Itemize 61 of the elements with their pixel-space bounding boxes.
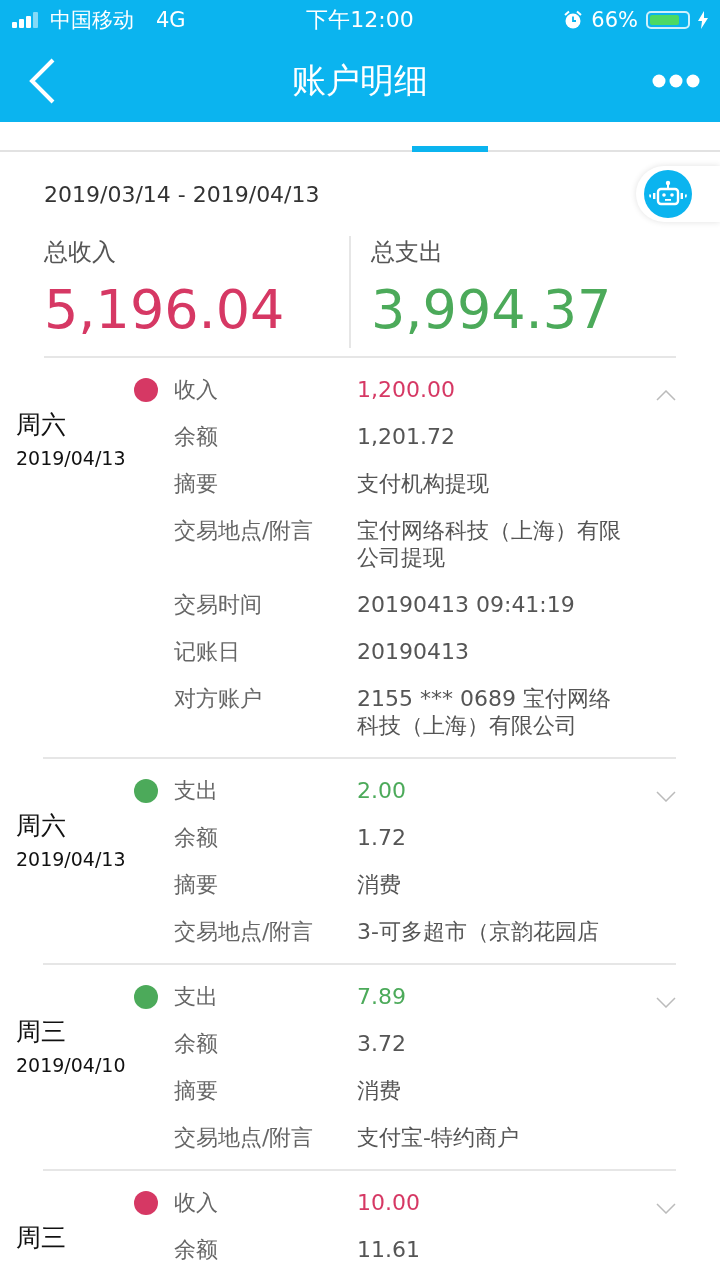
field-label: 交易时间 xyxy=(174,591,263,618)
field-label: 余额 xyxy=(174,824,219,851)
expand-button[interactable] xyxy=(656,1203,676,1214)
field-value: 2155 *** 0689 宝付网络科技（上海）有限公司 xyxy=(357,685,612,739)
assistant-button[interactable] xyxy=(636,166,720,222)
weekday: 周三 xyxy=(16,1222,67,1254)
entry-date: 2019/04/10 xyxy=(16,1054,127,1076)
field-label: 余额 xyxy=(174,1030,219,1057)
field-value: 1,201.72 xyxy=(357,423,456,450)
field-label: 收入 xyxy=(174,376,219,403)
field-value: 3-可多超市（京韵花园店 xyxy=(357,918,600,945)
field-value: 7.89 xyxy=(357,983,407,1010)
carrier-name: 中国移动 xyxy=(50,7,134,34)
more-button[interactable] xyxy=(652,74,700,88)
alarm-icon xyxy=(563,10,584,30)
field-label: 余额 xyxy=(174,423,219,450)
battery-icon xyxy=(646,11,690,29)
back-button[interactable] xyxy=(28,58,56,104)
field-value: 2.00 xyxy=(357,777,407,804)
field-label: 收入 xyxy=(174,1189,219,1216)
field-value: 1,200.00 xyxy=(357,376,456,403)
total-amount: 3,994.37 xyxy=(371,277,613,343)
field-label: 摘要 xyxy=(174,871,219,898)
field-value: 20190413 xyxy=(357,638,470,665)
total-amount: 5,196.04 xyxy=(44,277,286,343)
field-label: 摘要 xyxy=(174,1077,219,1104)
weekday: 周三 xyxy=(16,1016,67,1048)
date-range: 2019/03/14 - 2019/04/13 xyxy=(44,181,320,207)
expand-button[interactable] xyxy=(656,997,676,1008)
field-value: 消费 xyxy=(357,1077,402,1104)
total-label: 总支出 xyxy=(371,237,444,268)
field-value: 支付机构提现 xyxy=(357,470,490,497)
field-label: 余额 xyxy=(174,1236,219,1263)
field-label: 交易地点/附言 xyxy=(174,517,315,545)
network-type: 4G xyxy=(156,8,186,32)
status-time: 下午12:00 xyxy=(306,6,414,34)
entry-date: 2019/04/13 xyxy=(16,447,127,469)
field-label: 支出 xyxy=(174,983,219,1010)
field-label: 交易地点/附言 xyxy=(174,918,315,945)
field-value: 消费 xyxy=(357,871,402,898)
field-label: 摘要 xyxy=(174,470,219,497)
expand-button[interactable] xyxy=(656,791,676,802)
page-title: 账户明细 xyxy=(292,59,428,102)
field-value: 11.61 xyxy=(357,1236,421,1263)
field-value: 宝付网络科技（上海）有限公司提现 xyxy=(357,517,622,571)
total-label: 总收入 xyxy=(44,237,117,268)
field-value: 3.72 xyxy=(357,1030,407,1057)
weekday: 周六 xyxy=(16,810,67,842)
collapse-button[interactable] xyxy=(656,390,676,401)
entry-date: 2019/04/13 xyxy=(16,848,127,870)
charging-icon xyxy=(698,11,708,29)
field-value: 支付宝-特约商户 xyxy=(357,1124,520,1151)
battery-percent: 66% xyxy=(591,8,638,32)
field-value: 20190413 09:41:19 xyxy=(357,591,576,618)
field-label: 支出 xyxy=(174,777,219,804)
field-label: 对方账户 xyxy=(174,685,263,713)
field-value: 10.00 xyxy=(357,1189,421,1216)
field-label: 记账日 xyxy=(174,638,241,665)
field-label: 交易地点/附言 xyxy=(174,1124,315,1151)
weekday: 周六 xyxy=(16,409,67,441)
field-value: 1.72 xyxy=(357,824,407,851)
